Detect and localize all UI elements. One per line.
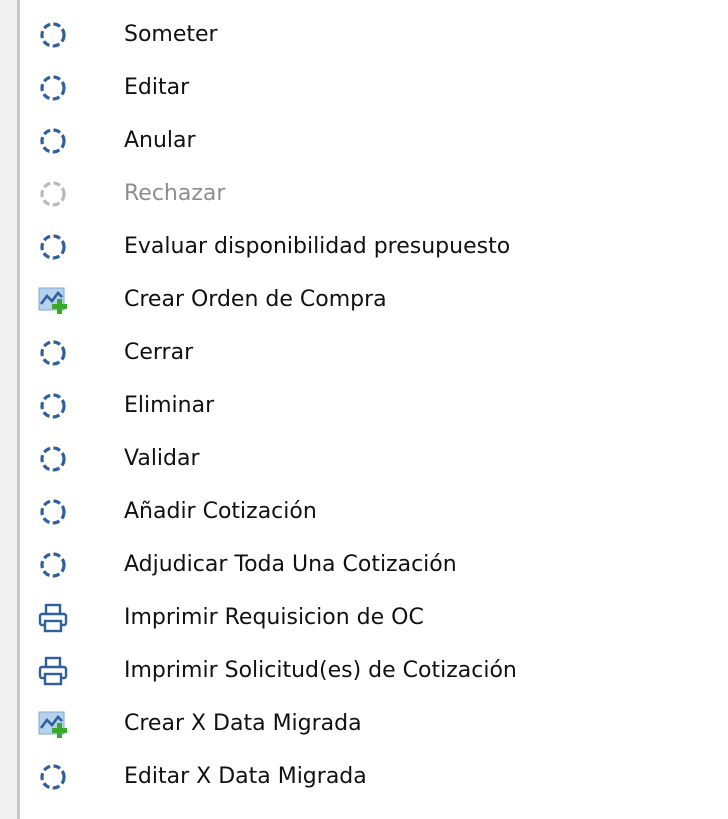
menu-item-label: Someter [124, 22, 218, 47]
menu-item-someter[interactable]: Someter [20, 8, 728, 61]
menu-item-eliminar[interactable]: Eliminar [20, 379, 728, 432]
menu-item-anular[interactable]: Anular [20, 114, 728, 167]
menu-item-evaluar-disponibilidad[interactable]: Evaluar disponibilidad presupuesto [20, 220, 728, 273]
process-icon [37, 72, 69, 104]
menu-item-imprimir-solicitud[interactable]: Imprimir Solicitud(es) de Cotización [20, 644, 728, 697]
menu-item-label: Crear X Data Migrada [124, 711, 362, 736]
process-icon [37, 443, 69, 475]
menu-item-editar[interactable]: Editar [20, 61, 728, 114]
menu-item-anadir-cotizacion[interactable]: Añadir Cotización [20, 485, 728, 538]
process-icon [37, 390, 69, 422]
menu-item-label: Editar [124, 75, 190, 100]
menu-item-label: Validar [124, 446, 200, 471]
process-icon [37, 125, 69, 157]
create-report-icon [37, 708, 69, 740]
menu-item-cerrar[interactable]: Cerrar [20, 326, 728, 379]
menu-item-adjudicar-cotizacion[interactable]: Adjudicar Toda Una Cotización [20, 538, 728, 591]
process-icon [37, 549, 69, 581]
menu-item-label: Cerrar [124, 340, 194, 365]
menu-item-label: Añadir Cotización [124, 499, 317, 524]
create-report-icon [37, 284, 69, 316]
menu-item-label: Imprimir Requisicion de OC [124, 605, 424, 630]
menu-item-label: Imprimir Solicitud(es) de Cotización [124, 658, 517, 683]
menu-item-crear-orden-compra[interactable]: Crear Orden de Compra [20, 273, 728, 326]
menu-item-label: Rechazar [124, 181, 226, 206]
menu-item-imprimir-requisicion[interactable]: Imprimir Requisicion de OC [20, 591, 728, 644]
process-icon [37, 178, 69, 210]
menu-item-editar-data-migrada[interactable]: Editar X Data Migrada [20, 750, 728, 803]
menu-item-crear-data-migrada[interactable]: Crear X Data Migrada [20, 697, 728, 750]
print-icon [37, 602, 69, 634]
process-icon [37, 231, 69, 263]
menu-item-label: Evaluar disponibilidad presupuesto [124, 234, 511, 259]
menu-item-label: Editar X Data Migrada [124, 764, 367, 789]
menu-item-label: Adjudicar Toda Una Cotización [124, 552, 457, 577]
process-icon [37, 496, 69, 528]
menu-item-label: Eliminar [124, 393, 215, 418]
process-icon [37, 19, 69, 51]
process-icon [37, 761, 69, 793]
context-menu: Someter Editar Anular Rechazar Evaluar d… [17, 0, 728, 819]
process-icon [37, 337, 69, 369]
menu-item-label: Anular [124, 128, 196, 153]
menu-item-validar[interactable]: Validar [20, 432, 728, 485]
menu-item-label: Crear Orden de Compra [124, 287, 387, 312]
print-icon [37, 655, 69, 687]
menu-item-rechazar: Rechazar [20, 167, 728, 220]
